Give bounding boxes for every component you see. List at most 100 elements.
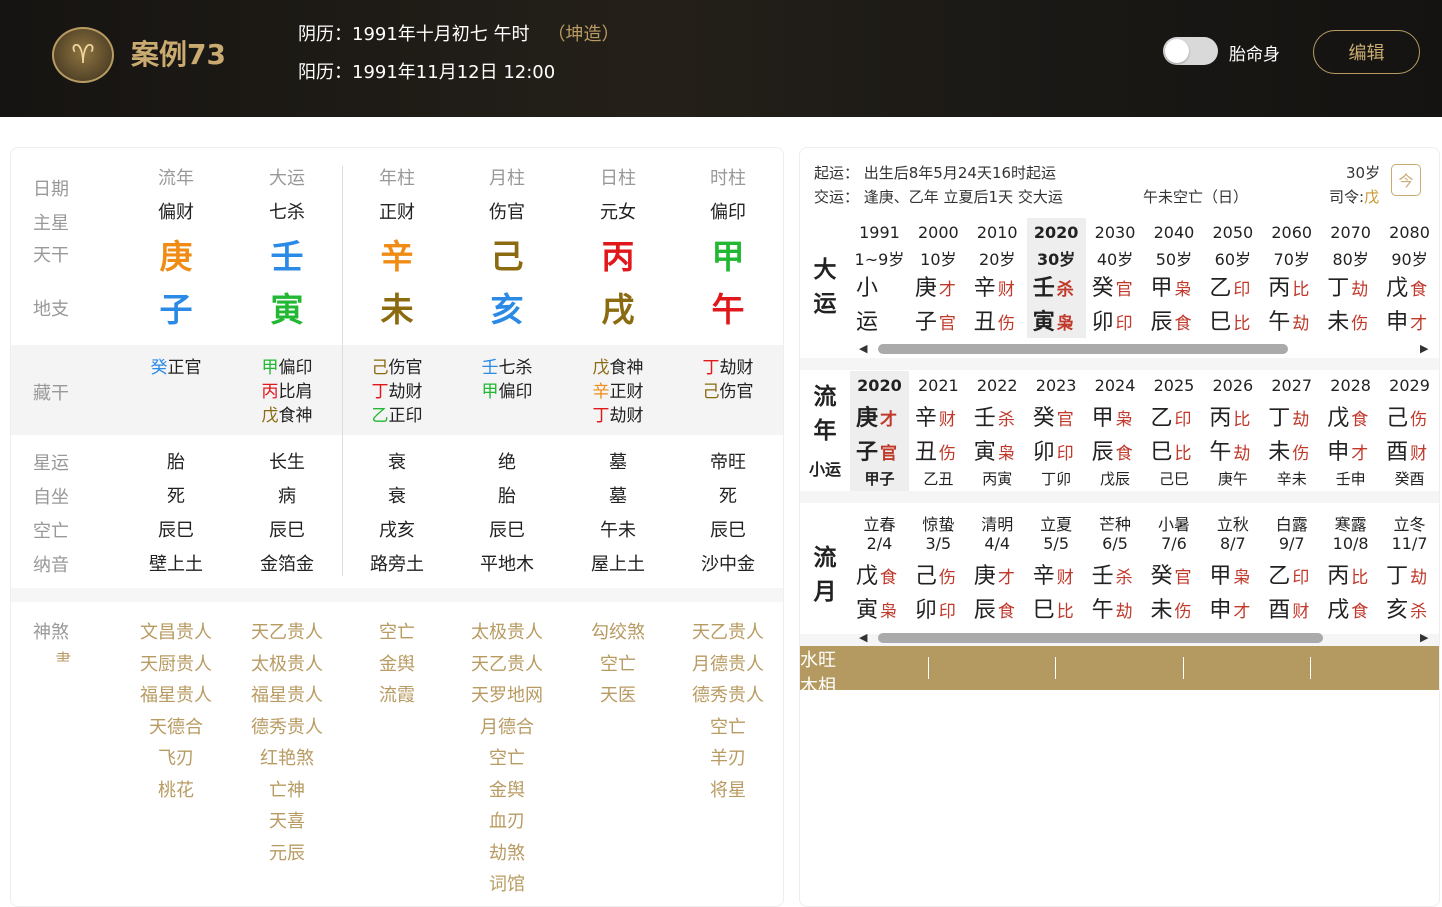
liuyue-date[interactable]: 2/4	[850, 534, 909, 553]
calendar-icon[interactable]: 今	[1391, 164, 1421, 196]
wuxing-bar: 水旺 木相 金休 土囚 火死	[800, 646, 1439, 775]
liunian-year[interactable]: 2021	[909, 376, 968, 395]
liuyue-date[interactable]: 3/5	[909, 534, 968, 553]
dayun-zhi: 午劫	[1268, 304, 1309, 336]
liunian-year[interactable]: 2024	[1086, 376, 1145, 395]
liunian-year[interactable]: 2028	[1321, 376, 1380, 395]
liuyue-date[interactable]: 8/7	[1203, 534, 1262, 553]
liuyue-jieqi[interactable]: 立秋	[1203, 511, 1262, 535]
liunian-year[interactable]: 2026	[1203, 376, 1262, 395]
shensha-item: 红艳煞	[260, 748, 314, 769]
scroll-right-icon[interactable]: ▶	[1420, 342, 1428, 355]
dayun-zhi-char: 午	[1268, 310, 1291, 335]
dayun-age[interactable]: 10岁	[909, 246, 968, 270]
dayun-age[interactable]: 60岁	[1203, 246, 1262, 270]
liunian-year[interactable]: 2025	[1145, 376, 1204, 395]
dayun-gan-char: 乙	[1209, 276, 1232, 301]
dayun-age[interactable]: 80岁	[1321, 246, 1380, 270]
liuyue-gan-shishen: 财	[1056, 568, 1074, 588]
canggan-item: 戊食神	[563, 353, 673, 378]
dayun-age[interactable]: 30岁	[1027, 246, 1086, 270]
liunian-gan-shishen: 印	[1174, 410, 1192, 430]
dayun-age[interactable]: 20岁	[968, 246, 1027, 270]
col-label-3: 月柱	[489, 168, 525, 189]
dayun-scrollbar[interactable]	[878, 344, 1288, 354]
dayun-year[interactable]: 2080	[1380, 223, 1439, 242]
kongwang-3: 辰巳	[489, 520, 525, 541]
liuyue-date[interactable]: 11/7	[1380, 534, 1439, 553]
liunian-year[interactable]: 2020	[850, 376, 909, 395]
liuyue-jieqi[interactable]: 清明	[968, 511, 1027, 535]
liuyue-gan: 乙印	[1268, 558, 1309, 590]
liunian-year[interactable]: 2023	[1027, 376, 1086, 395]
row-label-tg: 天干	[33, 245, 69, 266]
liuyue-date[interactable]: 6/5	[1086, 534, 1145, 553]
dayun-zhi-shishen: 比	[1233, 314, 1251, 334]
liunian-gan-shishen: 杀	[997, 410, 1015, 430]
dayun-year[interactable]: 2020	[1027, 223, 1086, 242]
liuyue-jieqi[interactable]: 寒露	[1321, 511, 1380, 535]
bazi-chart-panel: 日期 主星 天干 地支 藏干 星运 自坐 空亡 纳音 流年 大运 年柱 月柱 日柱 时柱 偏财 七杀 正财 伤官 元女…	[10, 147, 784, 907]
dayun-age[interactable]: 1~9岁	[850, 246, 909, 270]
dayun-zhi: 运	[856, 304, 880, 336]
liunian-zhi: 午劫	[1209, 434, 1250, 466]
dayun-year[interactable]: 2070	[1321, 223, 1380, 242]
liuyue-gan-char: 己	[914, 564, 937, 589]
dayun-year[interactable]: 2030	[1086, 223, 1145, 242]
liuyue-jieqi[interactable]: 芒种	[1086, 511, 1145, 535]
xiaoyun-ganzhi: 丁卯	[1041, 470, 1072, 488]
liuyue-jieqi[interactable]: 惊蛰	[909, 511, 968, 535]
liuyue-scrollbar[interactable]	[878, 633, 1323, 643]
liuyue-date[interactable]: 10/8	[1321, 534, 1380, 553]
xingyun-5: 帝旺	[710, 452, 746, 473]
wuxing-state-0: 水旺	[800, 650, 836, 671]
edit-button[interactable]: 编辑	[1313, 30, 1420, 74]
dayun-age[interactable]: 50岁	[1145, 246, 1204, 270]
liuyue-date[interactable]: 9/7	[1262, 534, 1321, 553]
canggan-gan: 壬	[481, 358, 499, 378]
dayun-age[interactable]: 40岁	[1086, 246, 1145, 270]
shensha-item: 羊刃	[710, 748, 746, 769]
col-label-5: 时柱	[710, 168, 746, 189]
canggan-shishen: 伤官	[388, 358, 423, 378]
liunian-year[interactable]: 2029	[1380, 376, 1439, 395]
scroll-right-icon[interactable]: ▶	[1420, 631, 1428, 644]
liuyue-jieqi[interactable]: 立夏	[1027, 511, 1086, 535]
liuyue-jieqi[interactable]: 白露	[1262, 511, 1321, 535]
scroll-left-icon[interactable]: ◀	[859, 631, 867, 644]
canggan-shishen: 劫财	[609, 406, 644, 426]
canggan-gan: 己	[371, 358, 389, 378]
liuyue-date[interactable]: 4/4	[968, 534, 1027, 553]
dayun-year[interactable]: 1991	[850, 223, 909, 242]
shensha-item: 桃花	[158, 779, 194, 801]
dayun-year[interactable]: 2050	[1203, 223, 1262, 242]
liunian-zhi: 丑伤	[915, 434, 956, 466]
dayun-year[interactable]: 2060	[1262, 223, 1321, 242]
dayun-age[interactable]: 90岁	[1380, 246, 1439, 270]
dayun-year[interactable]: 2010	[968, 223, 1027, 242]
shensha-toggle-icon[interactable]: ⺻	[55, 646, 71, 670]
shensha-item: 福星贵人	[251, 685, 323, 706]
canggan-gan: 甲	[261, 358, 279, 378]
shensha-item: 月德贵人	[692, 653, 764, 675]
dayun-zhi-shishen: 劫	[1292, 314, 1310, 334]
dayun-age[interactable]: 70岁	[1262, 246, 1321, 270]
liuyue-date[interactable]: 7/6	[1145, 534, 1204, 553]
dayun-zhi-char: 巳	[1209, 310, 1232, 335]
case-title: 案例73	[131, 38, 226, 71]
dayun-year[interactable]: 2040	[1145, 223, 1204, 242]
liunian-gan-shishen: 财	[938, 410, 956, 430]
dayun-year[interactable]: 2000	[909, 223, 968, 242]
liuyue-jieqi[interactable]: 立冬	[1380, 511, 1439, 535]
liuyue-jieqi[interactable]: 立春	[850, 511, 909, 535]
liuyue-gan: 壬杀	[1092, 558, 1133, 590]
scroll-left-icon[interactable]: ◀	[859, 342, 867, 355]
shensha-item: 天乙贵人	[692, 622, 764, 643]
taiming-toggle[interactable]	[1163, 37, 1218, 65]
liunian-year[interactable]: 2027	[1262, 376, 1321, 395]
liuyue-zhi-shishen: 比	[1056, 602, 1074, 622]
liunian-year[interactable]: 2022	[968, 376, 1027, 395]
liuyue-jieqi[interactable]: 小暑	[1145, 511, 1204, 535]
liuyue-gan-shishen: 劫	[1410, 568, 1428, 588]
liuyue-date[interactable]: 5/5	[1027, 534, 1086, 553]
